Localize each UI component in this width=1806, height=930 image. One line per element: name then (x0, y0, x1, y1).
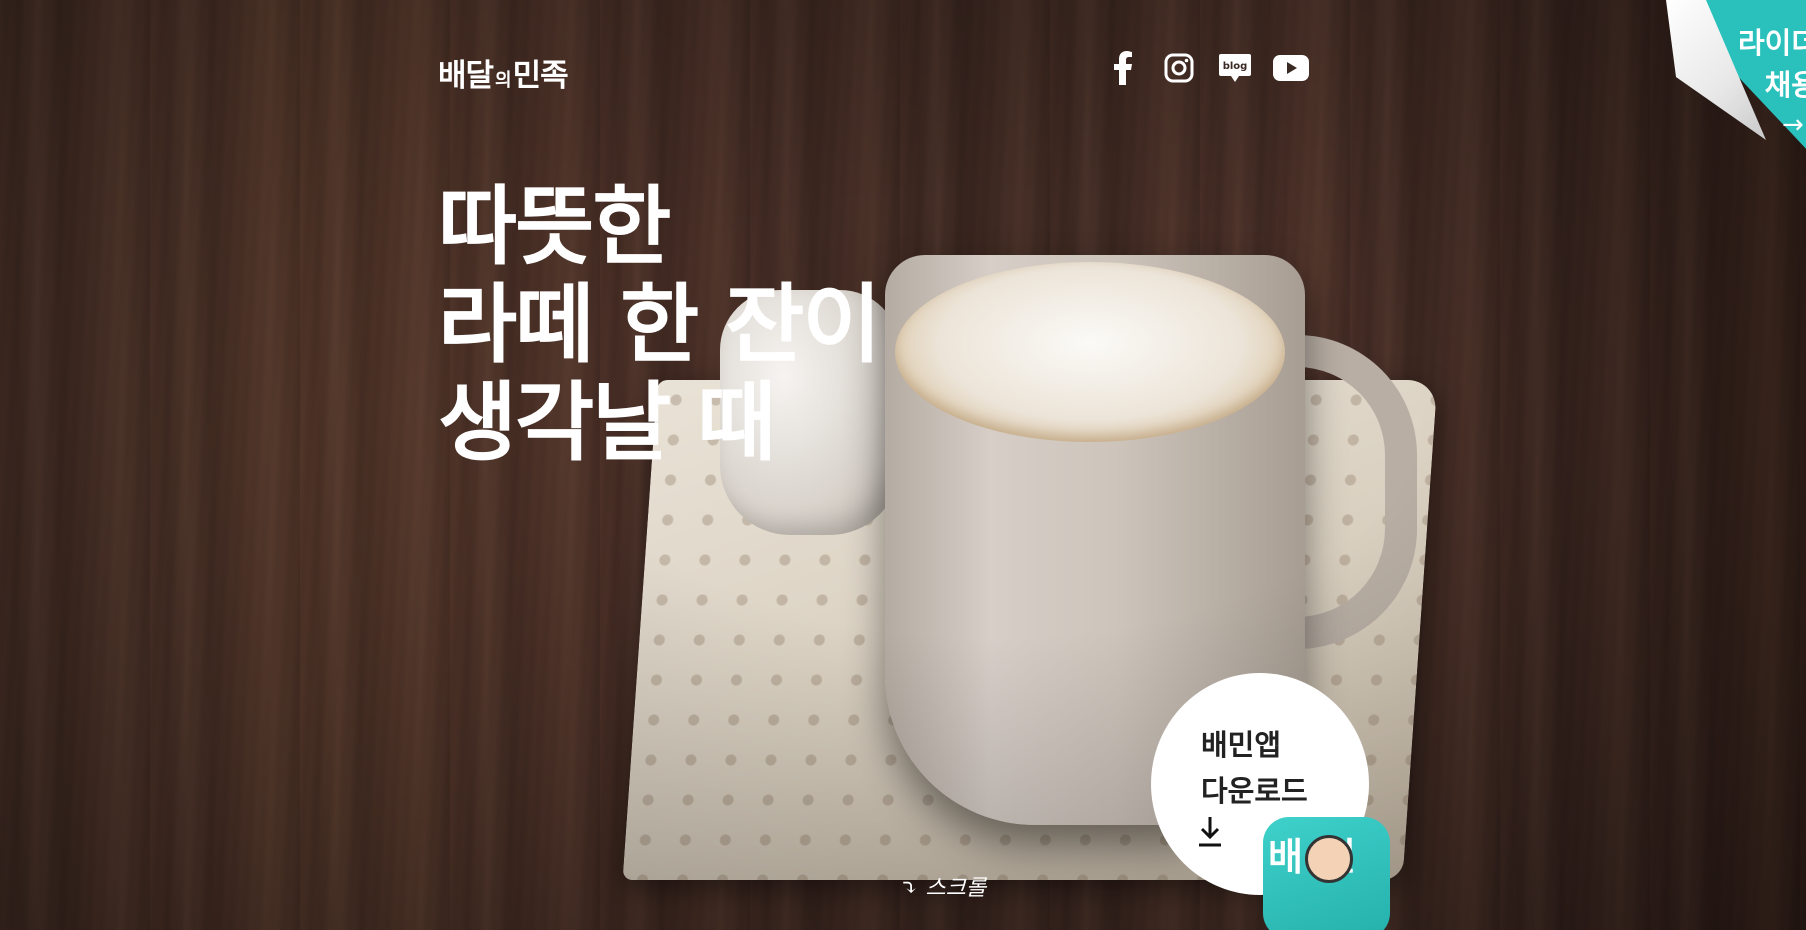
facebook-icon[interactable] (1105, 50, 1141, 86)
logo-main: 배달 (438, 58, 494, 94)
rider-recruit-line2: 채용 (1764, 68, 1806, 102)
hero-headline: 따뜻한 라떼 한 잔이 생각날 때 (438, 177, 881, 473)
page: 배달 의민족 blog 라이더 채용 → 따뜻한 라떼 한 잔이 생각날 때 배… (0, 0, 1806, 930)
blog-icon[interactable]: blog (1217, 50, 1253, 86)
rider-character-icon (1305, 835, 1353, 883)
hero-line-3: 생각날 때 (438, 373, 776, 473)
youtube-icon[interactable] (1273, 50, 1309, 86)
scroll-arrow-icon: ⤵ (900, 876, 919, 901)
scroll-hint[interactable]: ⤵ 스크롤 (900, 870, 986, 902)
rider-recruit-line1: 라이더 (1737, 26, 1806, 60)
download-line-1: 배민앱 (1201, 728, 1282, 762)
hero-line-1: 따뜻한 (438, 177, 671, 277)
blog-icon-label: blog (1223, 61, 1248, 72)
scroll-label: 스크롤 (925, 876, 987, 901)
social-links: blog (1105, 50, 1329, 86)
hero-line-2: 라떼 한 잔이 (438, 275, 881, 375)
logo-end: 민족 (512, 58, 569, 94)
logo[interactable]: 배달 의민족 (438, 50, 569, 95)
rider-recruit-text[interactable]: 라이더 채용 (1728, 22, 1806, 106)
arrow-right-icon: → (1782, 110, 1804, 140)
download-icon (1197, 815, 1223, 851)
latte-foam (895, 262, 1285, 442)
instagram-icon[interactable] (1161, 50, 1197, 86)
download-line-2: 다운로드 (1201, 774, 1308, 808)
logo-small: 의 (495, 70, 512, 91)
